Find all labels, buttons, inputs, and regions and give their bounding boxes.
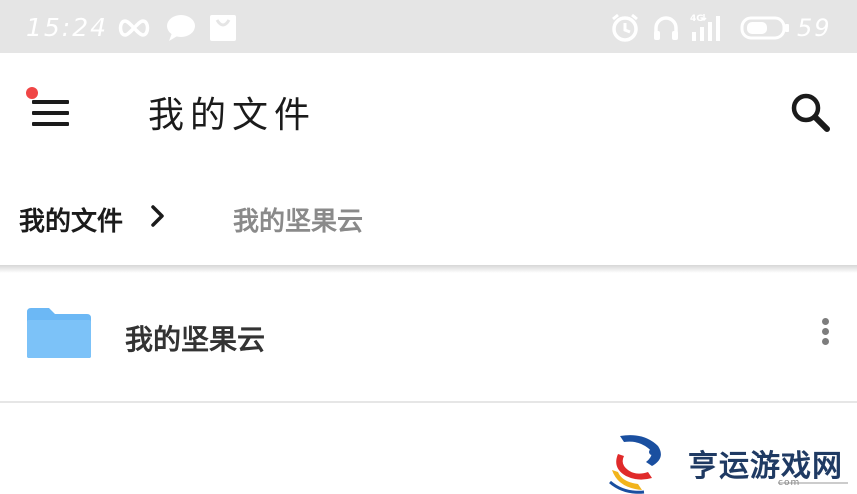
more-vertical-icon-dot [821,338,829,345]
battery-icon [740,16,789,40]
file-name: 我的坚果云 [125,323,266,356]
chevron-right-icon [151,205,164,227]
hamburger-menu-icon-bar [32,122,69,126]
menu-button[interactable] [22,85,78,135]
breadcrumb-shadow [0,265,857,273]
alarm-icon [612,13,638,42]
hamburger-menu-icon [32,100,69,104]
more-vertical-icon [821,318,829,325]
page-title: 我的文件 [148,95,317,136]
chat-bubble-icon [167,15,195,41]
watermark-sub: com [778,478,801,488]
more-vertical-icon-dot [821,328,829,335]
search-button[interactable] [786,89,834,137]
svg-text:4G: 4G [690,14,704,24]
infinity-icon [118,19,150,37]
breadcrumb: 我的文件 我的坚果云 [0,165,857,265]
folder-icon [27,308,91,358]
breadcrumb-next[interactable]: 我的坚果云 [233,201,363,238]
shopping-bag-icon [210,15,236,41]
status-time: 15:24 [26,13,109,42]
hamburger-menu-icon-bar [32,111,69,115]
row-divider [0,401,857,403]
notification-dot [26,87,38,99]
search-icon [791,93,830,132]
breadcrumb-current[interactable]: 我的文件 [19,201,123,238]
battery-level: 59 [797,14,832,42]
4g-signal-icon: 4G [690,14,720,41]
headphones-icon [654,16,678,40]
status-bar: 15:24 4G 59 [0,0,857,53]
list-item[interactable]: 我的坚果云 [0,273,857,401]
watermark-text: 亨运游戏网 [688,449,843,484]
app-bar: 我的文件 [0,53,857,165]
more-options-button[interactable] [814,318,836,354]
